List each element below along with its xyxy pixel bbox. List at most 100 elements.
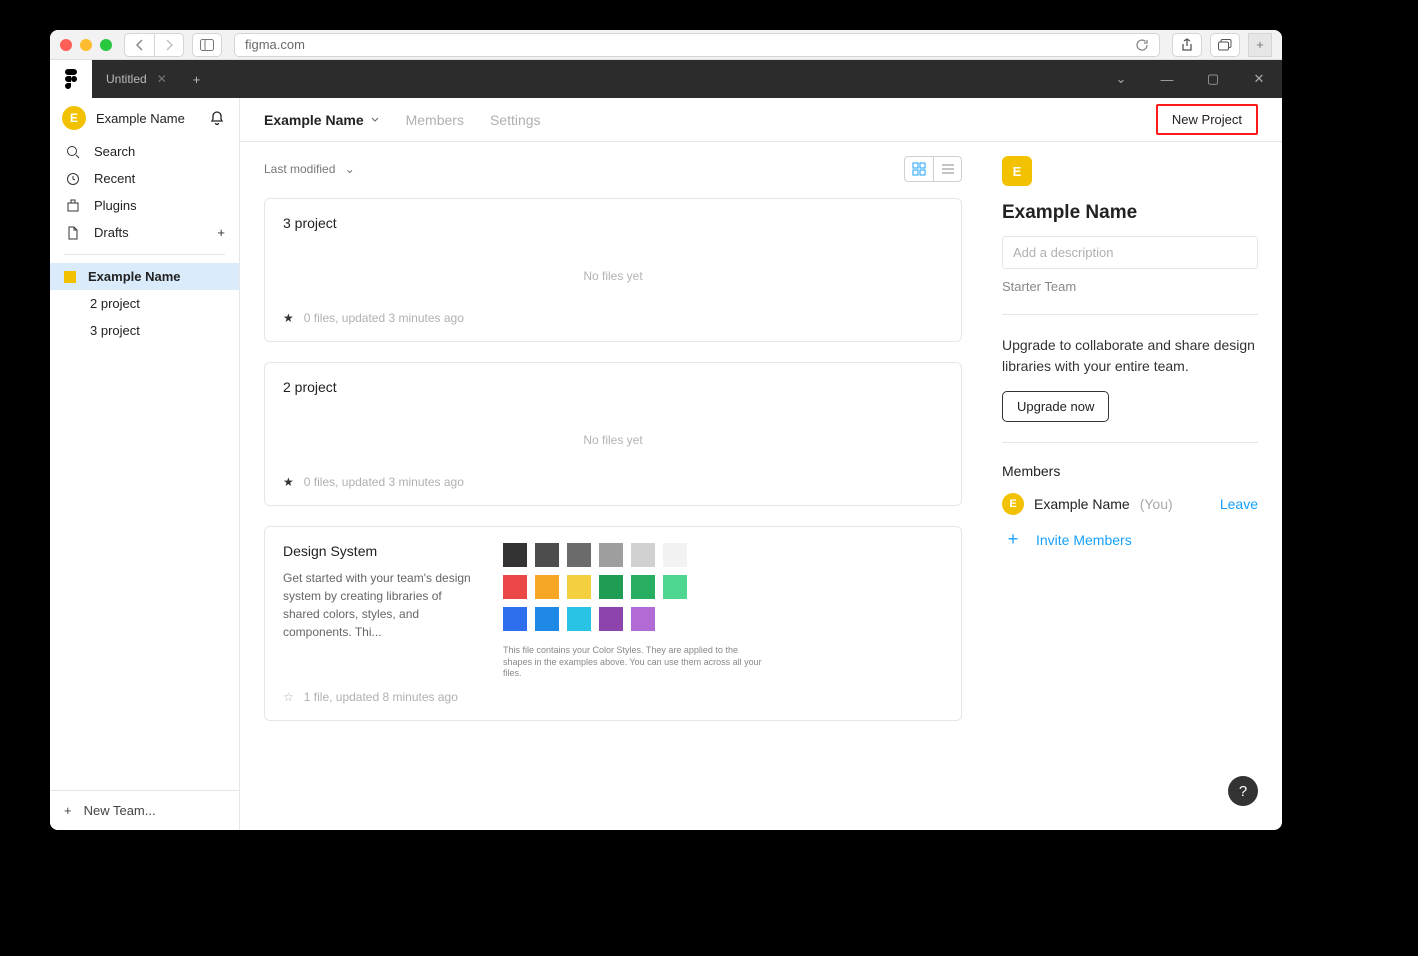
color-swatch (567, 575, 591, 599)
tabs-button[interactable] (1210, 33, 1240, 57)
you-label: (You) (1140, 496, 1173, 512)
notifications-icon[interactable] (209, 110, 225, 126)
sidebar-recent[interactable]: Recent (50, 165, 239, 192)
sidebar-label: Plugins (94, 198, 137, 213)
list-view-button[interactable] (933, 157, 961, 181)
color-swatch (599, 575, 623, 599)
team-info-panel: E Example Name Add a description Starter… (992, 142, 1282, 830)
tab-label: Untitled (106, 72, 147, 86)
color-swatch (631, 607, 655, 631)
plus-icon: + (64, 803, 72, 818)
project-card-design-system[interactable]: Design System Get started with your team… (264, 526, 962, 721)
color-swatch (535, 575, 559, 599)
project-meta: 0 files, updated 3 minutes ago (304, 311, 464, 325)
sort-dropdown[interactable]: Last modified ⌄ (264, 162, 355, 176)
view-toggle (904, 156, 962, 182)
divider (1002, 442, 1258, 443)
empty-state-text: No files yet (283, 405, 943, 465)
project-card[interactable]: 3 project No files yet ★ 0 files, update… (264, 198, 962, 342)
tab-members[interactable]: Members (406, 112, 464, 128)
invite-members-link[interactable]: + Invite Members (1002, 529, 1258, 550)
project-title: 3 project (283, 215, 943, 231)
minimize-icon[interactable]: — (1144, 72, 1190, 87)
close-icon[interactable]: ✕ (157, 72, 167, 86)
color-swatch (599, 607, 623, 631)
member-row: E Example Name (You) Leave (1002, 493, 1258, 515)
back-button[interactable] (124, 33, 154, 57)
team-plan-label: Starter Team (1002, 279, 1258, 294)
color-swatch (663, 575, 687, 599)
invite-label: Invite Members (1036, 532, 1132, 548)
leave-link[interactable]: Leave (1220, 496, 1258, 512)
sidebar-search[interactable]: Search (50, 138, 239, 165)
window-traffic-lights (60, 39, 112, 51)
empty-state-text: No files yet (283, 241, 943, 301)
star-outline-icon[interactable]: ☆ (283, 690, 294, 704)
forward-button[interactable] (154, 33, 184, 57)
star-icon[interactable]: ★ (283, 475, 294, 489)
color-swatch (631, 575, 655, 599)
help-button[interactable]: ? (1228, 776, 1258, 806)
color-swatch (567, 607, 591, 631)
chevron-down-icon[interactable]: ⌄ (1098, 71, 1144, 87)
team-title-dropdown[interactable]: Example Name (264, 112, 380, 128)
search-icon (64, 145, 82, 159)
sidebar-user[interactable]: E Example Name (50, 98, 239, 138)
tab-untitled[interactable]: Untitled ✕ (92, 60, 181, 98)
color-swatch (535, 607, 559, 631)
minimize-window-icon[interactable] (80, 39, 92, 51)
sidebar-label: Drafts (94, 225, 129, 240)
project-title: Design System (283, 543, 473, 559)
new-team-label: New Team... (84, 803, 156, 818)
project-title: 2 project (283, 379, 943, 395)
new-tab-button[interactable]: + (1248, 33, 1272, 57)
maximize-window-icon[interactable] (100, 39, 112, 51)
color-swatch (503, 543, 527, 567)
sidebar-drafts[interactable]: Drafts + (50, 219, 239, 246)
clock-icon (64, 172, 82, 186)
figma-window-controls: ⌄ — ▢ ✕ (1098, 60, 1282, 98)
add-tab-button[interactable]: + (181, 60, 213, 98)
upgrade-text: Upgrade to collaborate and share design … (1002, 335, 1258, 377)
color-swatch (503, 575, 527, 599)
close-icon[interactable]: ✕ (1236, 71, 1282, 87)
tab-settings[interactable]: Settings (490, 112, 541, 128)
color-swatch (535, 543, 559, 567)
chevron-down-icon (370, 115, 380, 125)
close-window-icon[interactable] (60, 39, 72, 51)
sidebar-project-3[interactable]: 3 project (50, 317, 239, 344)
sidebar-plugins[interactable]: Plugins (50, 192, 239, 219)
project-card[interactable]: 2 project No files yet ★ 0 files, update… (264, 362, 962, 506)
sidebar-team-selected[interactable]: Example Name (50, 263, 239, 290)
divider (64, 254, 225, 255)
sidebar-project-2[interactable]: 2 project (50, 290, 239, 317)
add-draft-icon[interactable]: + (217, 225, 225, 240)
sidebar-new-team[interactable]: + New Team... (50, 790, 239, 830)
project-meta: 1 file, updated 8 minutes ago (304, 690, 458, 704)
plugins-icon (64, 199, 82, 213)
share-button[interactable] (1172, 33, 1202, 57)
new-project-button[interactable]: New Project (1156, 104, 1258, 135)
plus-icon: + (1002, 529, 1024, 550)
grid-view-button[interactable] (905, 157, 933, 181)
sidebar-toggle-button[interactable] (192, 33, 222, 57)
url-text: figma.com (245, 37, 305, 52)
members-heading: Members (1002, 463, 1258, 479)
team-color-icon (64, 271, 76, 283)
sidebar: E Example Name Search Recent Plugins Dr (50, 98, 240, 830)
team-description-input[interactable]: Add a description (1002, 236, 1258, 269)
maximize-icon[interactable]: ▢ (1190, 71, 1236, 87)
member-name: Example Name (1034, 496, 1130, 512)
color-swatch (599, 543, 623, 567)
upgrade-button[interactable]: Upgrade now (1002, 391, 1109, 422)
star-icon[interactable]: ★ (283, 311, 294, 325)
color-palette-thumbnail (503, 543, 943, 631)
color-swatch (631, 543, 655, 567)
team-avatar: E (1002, 156, 1032, 186)
figma-logo-icon[interactable] (50, 60, 92, 98)
reload-icon[interactable] (1135, 38, 1149, 52)
team-name: Example Name (88, 269, 181, 284)
address-bar[interactable]: figma.com (234, 33, 1160, 57)
project-meta: 0 files, updated 3 minutes ago (304, 475, 464, 489)
palette-caption: This file contains your Color Styles. Th… (503, 645, 763, 680)
